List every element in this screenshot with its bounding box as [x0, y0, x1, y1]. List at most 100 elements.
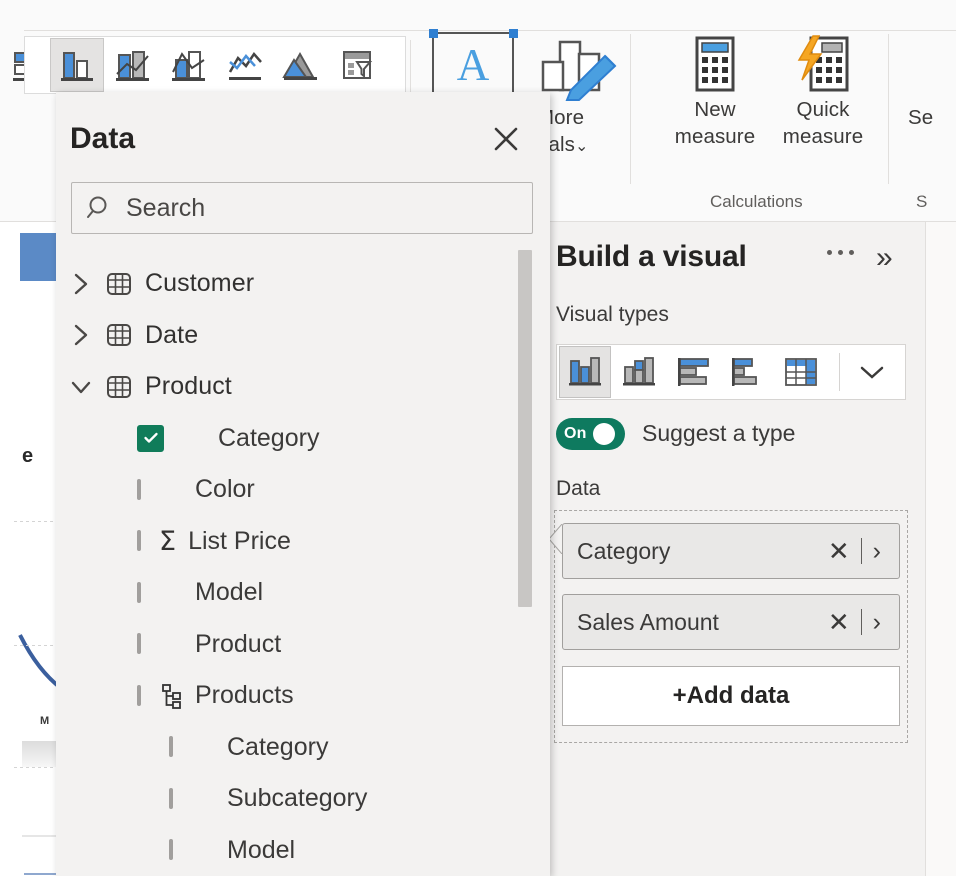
field-row-products-hierarchy[interactable]: Products: [70, 670, 525, 722]
calculations-group-label: Calculations: [710, 192, 803, 211]
field-checkbox[interactable]: [137, 633, 141, 655]
line-and-stacked-column-chart-icon[interactable]: [162, 38, 216, 92]
field-checkbox[interactable]: [169, 839, 173, 861]
chevron-down-icon[interactable]: [70, 374, 102, 400]
data-panel-title: Data: [70, 122, 136, 155]
chevron-down-icon[interactable]: [846, 346, 898, 398]
pill-divider: [860, 609, 862, 635]
quick-measure-button[interactable]: Quick measure: [765, 34, 881, 150]
field-checkbox[interactable]: [137, 581, 141, 603]
stacked-bar-chart-icon[interactable]: [721, 346, 773, 398]
suggest-a-type-label: Suggest a type: [642, 420, 796, 446]
visual-types-label: Visual types: [556, 303, 669, 326]
quick-measure-label-line1: Quick: [796, 98, 850, 121]
more-options-icon[interactable]: [827, 250, 854, 255]
data-panel-scrollbar-thumb[interactable]: [518, 250, 532, 607]
tree-table-label: Customer: [145, 269, 255, 298]
panel-outer-margin: [926, 222, 956, 876]
search-placeholder: Search: [126, 193, 206, 222]
tree-table-label: Date: [145, 320, 199, 349]
field-row-hierarchy-model[interactable]: Model: [70, 825, 525, 876]
lightning-calculator-icon: [791, 34, 855, 96]
field-checkbox[interactable]: [169, 736, 173, 758]
build-panel-title: Build a visual: [556, 240, 747, 273]
table-visual-icon[interactable]: [775, 346, 827, 398]
canvas-blue-rule-fragment: [24, 873, 56, 875]
selection-handle[interactable]: [429, 29, 438, 38]
field-label: Category: [227, 732, 329, 761]
field-label: Product: [195, 629, 282, 658]
field-checkbox[interactable]: [169, 787, 173, 809]
field-checkbox[interactable]: [137, 530, 141, 552]
field-checkbox[interactable]: [137, 684, 141, 706]
chevron-right-icon[interactable]: [70, 271, 102, 297]
field-checkbox[interactable]: [137, 478, 141, 500]
tree-table-date[interactable]: Date: [70, 310, 525, 362]
field-pill-sales-amount[interactable]: Sales Amount ✕ ›: [562, 594, 900, 650]
field-row-category[interactable]: Category: [70, 413, 525, 465]
gallery-divider: [839, 353, 840, 391]
pill-divider: [860, 538, 862, 564]
sensitivity-group-label: S: [916, 192, 928, 211]
add-data-label: +Add data: [672, 682, 790, 709]
field-row-model[interactable]: Model: [70, 567, 525, 619]
ribbon-divider: [630, 34, 631, 184]
build-data-section-label: Data: [556, 477, 601, 500]
canvas-text-fragment: e: [22, 445, 34, 467]
field-pill-category[interactable]: Category ✕ ›: [562, 523, 900, 579]
tree-table-customer[interactable]: Customer: [70, 258, 525, 310]
clustered-column-chart-icon[interactable]: [559, 346, 611, 398]
sigma-icon: Σ: [159, 525, 177, 557]
tree-table-product[interactable]: Product: [70, 361, 525, 413]
field-options-chevron-icon[interactable]: ›: [873, 537, 881, 566]
clustered-column-chart-icon[interactable]: [50, 38, 104, 92]
field-row-hierarchy-subcategory[interactable]: Subcategory: [70, 773, 525, 825]
canvas-bar-chart-fragment: [20, 233, 56, 281]
field-row-list-price[interactable]: Σ List Price: [70, 516, 525, 568]
sensitivity-button-label[interactable]: Se: [908, 104, 933, 131]
search-input[interactable]: Search: [71, 182, 533, 234]
power-bi-report-editor: e M A More uals⌄ New measure Quick measu…: [0, 0, 956, 876]
collapse-panel-icon[interactable]: »: [876, 243, 893, 273]
canvas-gridline: [14, 767, 56, 768]
search-icon: [86, 194, 114, 222]
field-label: Products: [195, 681, 294, 710]
add-data-button[interactable]: +Add data: [562, 666, 900, 726]
chevron-right-icon[interactable]: [70, 322, 102, 348]
tree-table-label: Product: [145, 372, 232, 401]
line-and-clustered-column-chart-icon[interactable]: [106, 38, 160, 92]
field-label: Category: [218, 423, 320, 452]
new-measure-label-line1: New: [694, 98, 736, 121]
field-row-product[interactable]: Product: [70, 619, 525, 671]
area-chart-icon[interactable]: [274, 38, 328, 92]
calculator-icon: [686, 34, 744, 96]
ribbon-top-divider: [24, 30, 956, 31]
table-icon: [102, 321, 136, 349]
close-icon[interactable]: [487, 120, 525, 158]
stacked-column-chart-icon[interactable]: [613, 346, 665, 398]
toggle-knob: [592, 423, 615, 445]
toggle-state-label: On: [564, 425, 587, 442]
field-label: Color: [195, 475, 255, 504]
clustered-bar-chart-icon[interactable]: [667, 346, 719, 398]
slicer-icon[interactable]: [330, 38, 384, 92]
hierarchy-icon: [159, 682, 185, 710]
text-box-button[interactable]: A: [432, 32, 514, 98]
field-label: Model: [227, 835, 296, 864]
field-pill-label: Category: [577, 537, 671, 564]
remove-field-icon[interactable]: ✕: [828, 607, 850, 638]
suggest-a-type-toggle[interactable]: On: [556, 418, 625, 450]
chevron-down-icon[interactable]: ⌄: [575, 138, 589, 155]
field-row-hierarchy-category[interactable]: Category: [70, 722, 525, 774]
canvas-axis-label-fragment: M: [40, 715, 50, 727]
table-icon: [102, 270, 136, 298]
new-measure-button[interactable]: New measure: [660, 34, 770, 150]
ribbon-divider: [410, 40, 411, 92]
field-options-chevron-icon[interactable]: ›: [873, 608, 881, 637]
field-checkbox[interactable]: [137, 424, 164, 452]
line-chart-icon[interactable]: [218, 38, 272, 92]
selection-handle[interactable]: [509, 29, 518, 38]
canvas-table-fragment: [22, 741, 56, 767]
remove-field-icon[interactable]: ✕: [828, 536, 850, 567]
field-row-color[interactable]: Color: [70, 464, 525, 516]
